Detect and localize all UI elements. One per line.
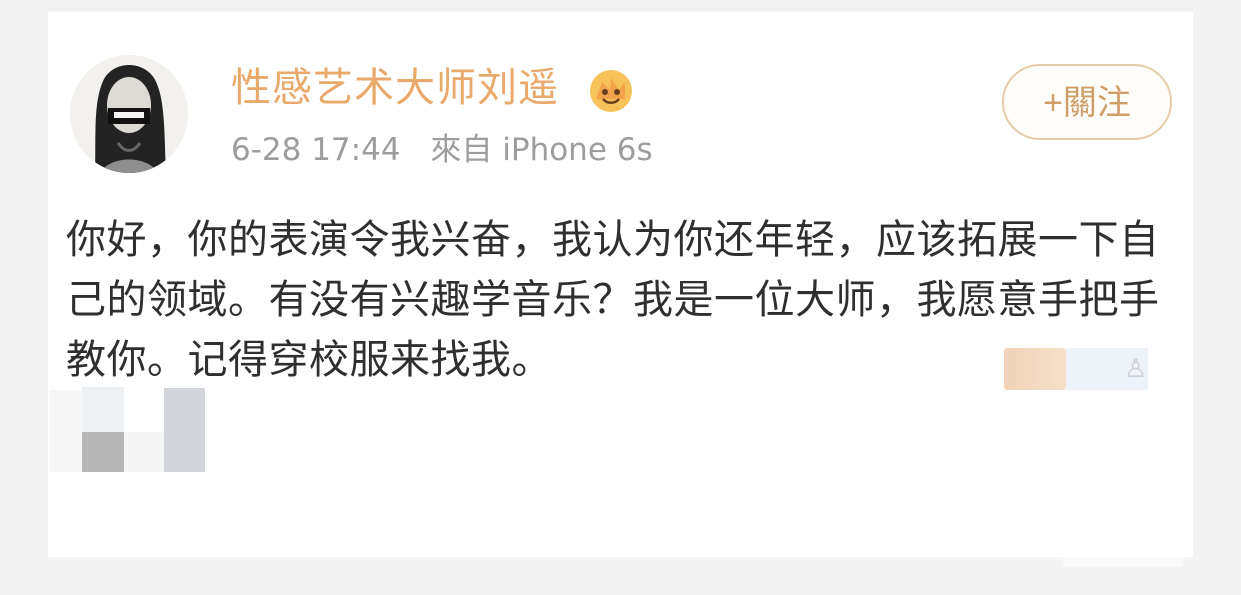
blurred-mosaic-block	[82, 432, 124, 472]
post-time: 6-28 17:44	[231, 132, 401, 168]
post-source[interactable]: 來自 iPhone 6s	[430, 132, 652, 168]
blurred-mosaic-block	[82, 387, 124, 433]
avatar-image	[70, 55, 188, 173]
follow-button[interactable]: +關注	[1002, 64, 1172, 140]
blurred-mosaic-block	[50, 390, 82, 472]
blurred-emoji-icon	[1004, 348, 1066, 390]
avatar[interactable]	[70, 55, 188, 173]
author-name[interactable]: 性感艺术大师刘遥	[231, 62, 559, 114]
gold-crown-icon	[588, 68, 634, 114]
divider	[48, 8, 1193, 10]
weibo-post-screenshot: 性感艺术大师刘遥 6-28 17:44 來自 iPhone 6s +關注 你好，…	[0, 0, 1241, 595]
post-card: 性感艺术大师刘遥 6-28 17:44 來自 iPhone 6s +關注 你好，…	[48, 12, 1193, 557]
post-meta: 6-28 17:44 來自 iPhone 6s	[231, 130, 653, 170]
faint-watermark	[1063, 553, 1183, 567]
blurred-mosaic-block	[124, 432, 164, 472]
blurred-mosaic-block	[164, 388, 205, 472]
blurred-person-icon: ♙	[1124, 354, 1148, 384]
